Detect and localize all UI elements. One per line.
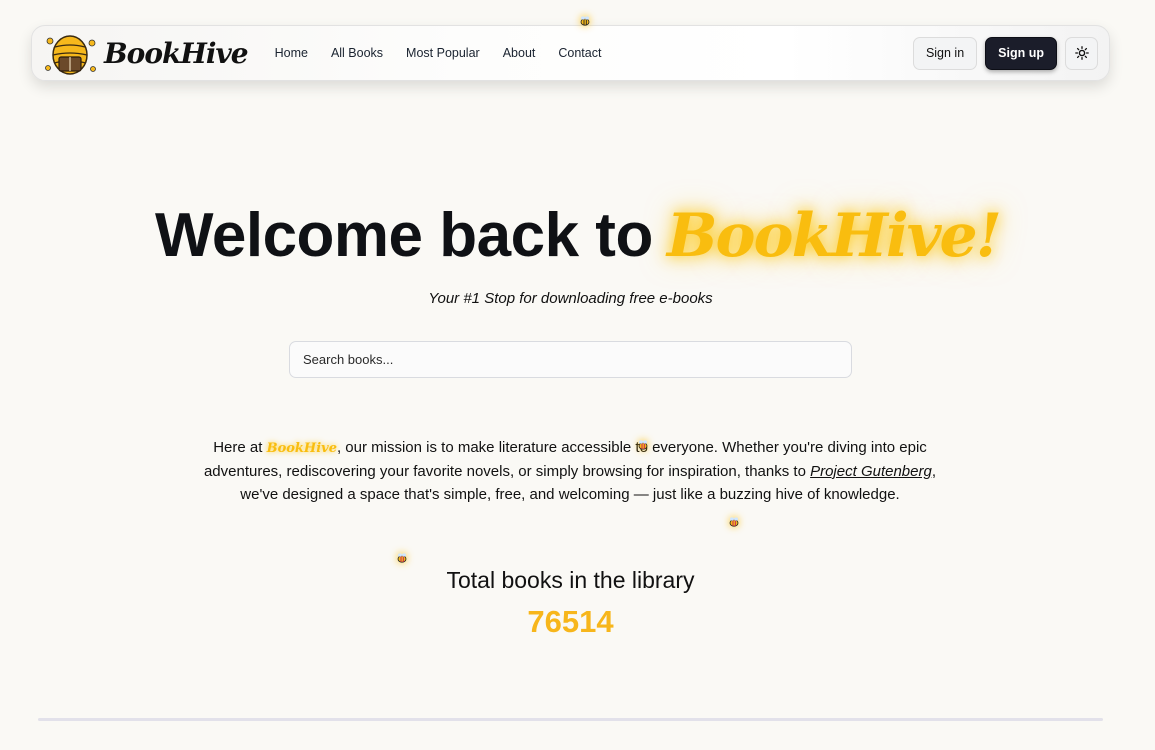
bee-icon: [580, 16, 590, 26]
section-divider: [38, 718, 1103, 721]
search-input[interactable]: [289, 341, 852, 378]
nav-link-most-popular[interactable]: Most Popular: [406, 46, 480, 60]
sign-in-button[interactable]: Sign in: [912, 36, 978, 70]
nav-link-contact[interactable]: Contact: [558, 46, 601, 60]
nav-links: Home All Books Most Popular About Contac…: [275, 46, 625, 60]
mission-brand: BookHive: [266, 441, 337, 456]
hero-title: Welcome back to BookHive!: [0, 200, 1155, 271]
logo-text: BookHive: [104, 36, 249, 70]
total-books-count: 76514: [527, 604, 614, 639]
sign-up-button[interactable]: Sign up: [985, 36, 1057, 70]
theme-toggle-button[interactable]: [1065, 36, 1098, 70]
bee-icon: [729, 517, 739, 527]
hero-title-prefix: Welcome back to: [154, 201, 653, 270]
nav-link-home[interactable]: Home: [275, 46, 308, 60]
project-gutenberg-link[interactable]: Project Gutenberg: [810, 463, 932, 480]
nav-link-about[interactable]: About: [503, 46, 536, 60]
beehive-book-icon: [45, 35, 96, 75]
total-books-label: Total books in the library: [446, 567, 695, 593]
nav-actions: Sign in Sign up: [912, 36, 1098, 70]
hero-tagline: Your #1 Stop for downloading free e-book…: [428, 290, 713, 307]
sun-icon: [1074, 46, 1089, 60]
navbar: BookHive Home All Books Most Popular Abo…: [31, 25, 1110, 81]
hero-title-brand: BookHive!: [666, 200, 1002, 271]
bee-icon: [638, 440, 648, 450]
mission-paragraph: Here at BookHive, our mission is to make…: [190, 436, 950, 506]
mission-intro: Here at: [213, 439, 263, 456]
bee-icon: [397, 553, 407, 563]
logo[interactable]: BookHive: [42, 28, 249, 78]
nav-link-all-books[interactable]: All Books: [331, 46, 383, 60]
